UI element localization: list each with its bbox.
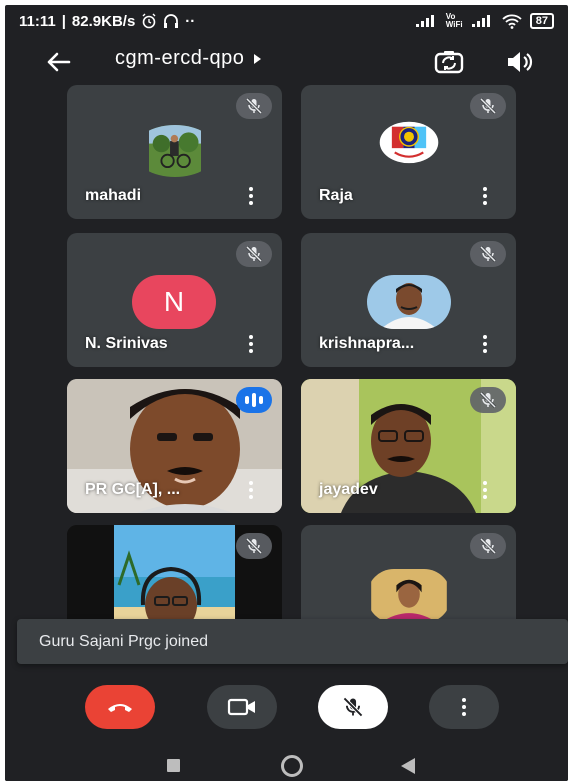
mic-off-icon (479, 245, 497, 263)
more-vertical-icon[interactable] (248, 481, 254, 499)
participant-tile[interactable]: jayadev (301, 379, 516, 513)
mic-off-icon (245, 245, 263, 263)
participant-name: PR GC[A], ... (85, 481, 181, 498)
participant-tile[interactable]: mahadi (67, 85, 282, 219)
participant-name: krishnapra... (319, 335, 415, 352)
battery-indicator: 87 (529, 13, 554, 29)
recents-icon[interactable] (167, 759, 180, 772)
ncc-logo-avatar (379, 121, 439, 164)
mic-off-icon (245, 537, 263, 555)
back-icon[interactable] (401, 758, 415, 774)
avatar (148, 125, 201, 177)
mic-off-badge (236, 533, 272, 559)
meeting-code: cgm-ercd-qpo (115, 47, 245, 69)
participant-name: mahadi (85, 187, 142, 204)
mic-off-badge (470, 387, 506, 413)
avatar (371, 569, 447, 623)
headphones-icon (164, 14, 179, 28)
system-navigation-bar (5, 741, 568, 781)
status-network-speed: 82.9KB/s (71, 12, 136, 30)
signal-icon-2 (471, 15, 490, 27)
videocam-icon (227, 698, 255, 716)
avatar (367, 275, 451, 329)
end-call-button[interactable] (85, 685, 155, 729)
wifi-icon (502, 14, 522, 29)
mic-off-icon (479, 537, 497, 555)
mic-off-icon (245, 97, 263, 115)
mic-off-badge (470, 533, 506, 559)
chevron-right-icon (254, 53, 262, 64)
home-icon[interactable] (281, 755, 303, 777)
participant-name: Raja (319, 187, 353, 204)
mic-toggle-button[interactable] (318, 685, 388, 729)
arrow-left-icon[interactable] (43, 47, 73, 77)
speaker-icon[interactable] (505, 49, 533, 75)
participant-tile[interactable]: N N. Srinivas (67, 233, 282, 367)
mic-off-badge (236, 241, 272, 267)
status-time: 11:11 (19, 12, 56, 30)
phone-screen: 11:11 | 82.9KB/s ·· Vo WiFi 87 cgm-ercd-… (5, 5, 568, 781)
participant-tile[interactable]: Raja (301, 85, 516, 219)
mic-off-badge (470, 241, 506, 267)
more-vertical-icon[interactable] (248, 187, 254, 205)
mic-off-badge (470, 93, 506, 119)
video-toggle-button[interactable] (207, 685, 277, 729)
participant-name: N. Srinivas (85, 335, 168, 352)
more-vertical-icon (461, 698, 467, 716)
mic-off-icon (343, 697, 363, 717)
speaking-indicator (236, 387, 272, 413)
meeting-title-button[interactable]: cgm-ercd-qpo (115, 47, 262, 70)
mic-off-icon (479, 97, 497, 115)
join-notification: Guru Sajani Prgc joined (17, 619, 568, 664)
more-vertical-icon[interactable] (482, 187, 488, 205)
signal-icon (415, 15, 434, 27)
more-vertical-icon[interactable] (482, 481, 488, 499)
meeting-header: cgm-ercd-qpo (5, 37, 568, 87)
participant-name: jayadev (319, 481, 378, 498)
status-bar: 11:11 | 82.9KB/s ·· Vo WiFi 87 (5, 5, 568, 37)
camera-switch-icon[interactable] (434, 49, 464, 75)
mic-off-badge (236, 93, 272, 119)
phone-hangup-icon (108, 704, 132, 712)
join-notification-text: Guru Sajani Prgc joined (39, 632, 208, 650)
alarm-icon (142, 13, 156, 29)
status-vowifi: Vo WiFi (445, 12, 463, 29)
participant-tile[interactable]: PR GC[A], ... (67, 379, 282, 513)
avatar-initial: N (132, 275, 216, 329)
more-vertical-icon[interactable] (482, 335, 488, 353)
participant-tile[interactable]: krishnapra... (301, 233, 516, 367)
mic-off-icon (479, 391, 497, 409)
more-vertical-icon[interactable] (248, 335, 254, 353)
more-options-button[interactable] (429, 685, 499, 729)
